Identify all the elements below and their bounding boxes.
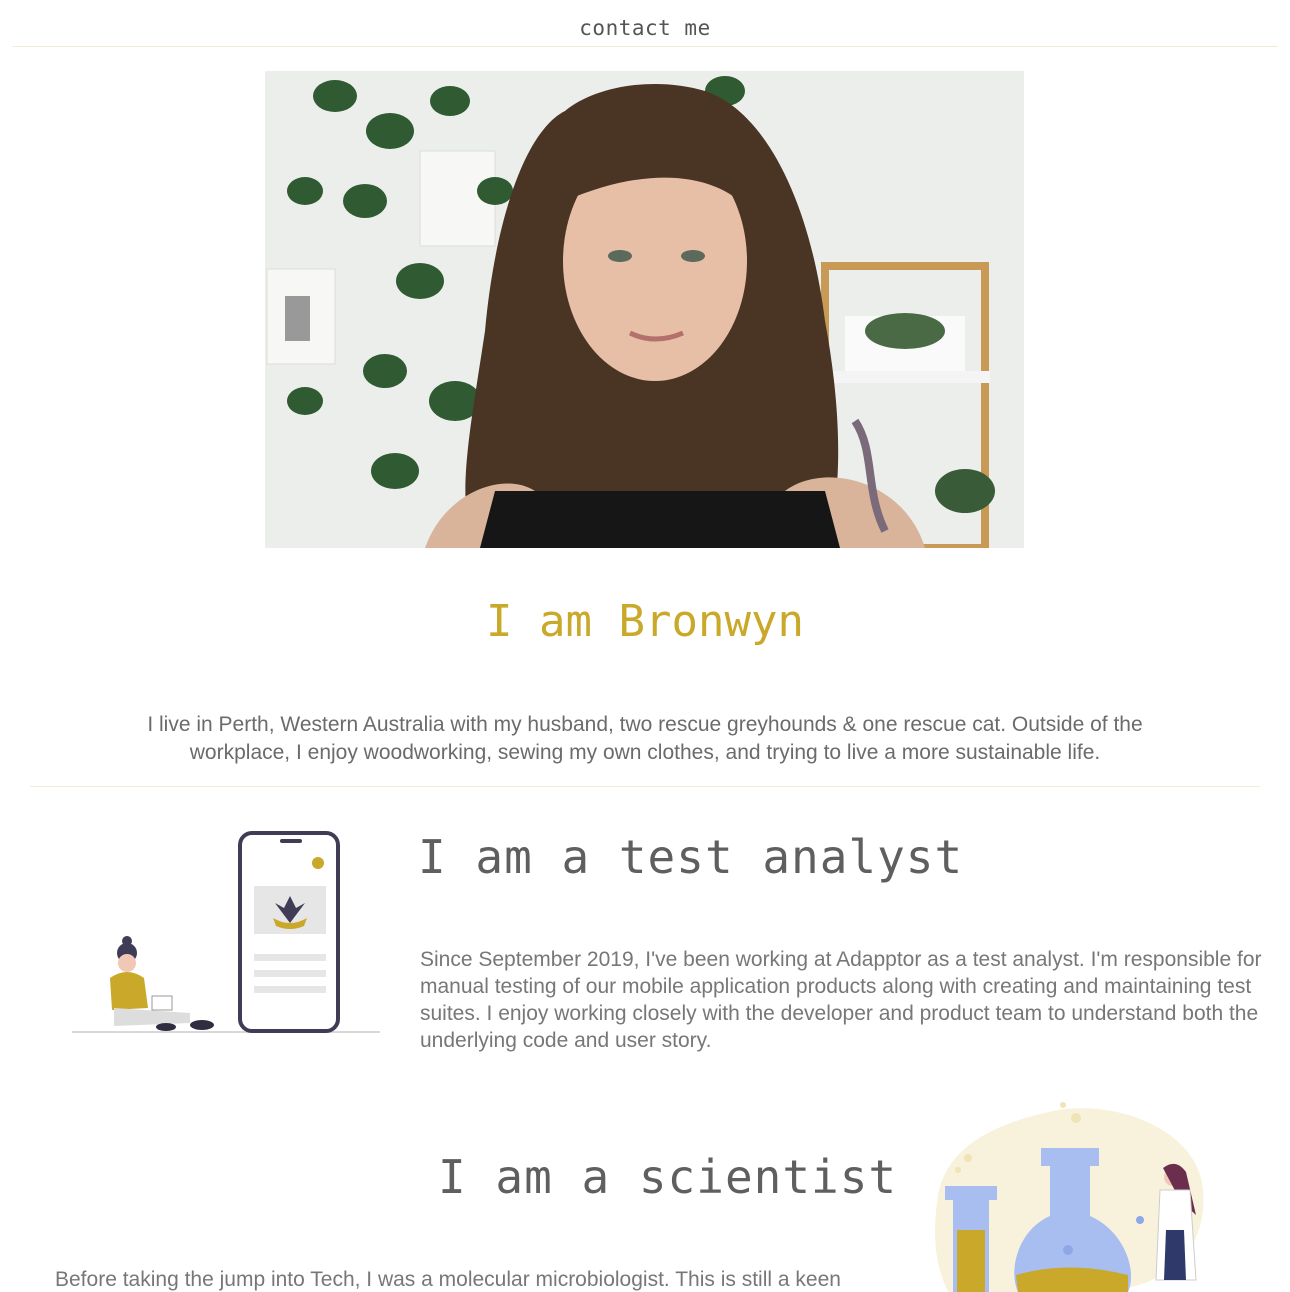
section-divider xyxy=(30,786,1260,787)
scientist-illustration xyxy=(928,1100,1208,1292)
phone-illustration xyxy=(70,828,382,1036)
intro-title: I am Bronwyn xyxy=(486,596,804,647)
page: contact me I am Bronwyn I live in Perth,… xyxy=(0,0,1290,1292)
test-analyst-text: Since September 2019, I've been working … xyxy=(420,948,1262,1052)
scientist-text: Before taking the jump into Tech, I was … xyxy=(55,1268,841,1291)
contact-me-link[interactable]: contact me xyxy=(579,16,710,40)
top-nav: contact me xyxy=(12,0,1278,47)
scientist-title: I am a scientist xyxy=(438,1150,898,1204)
test-analyst-title: I am a test analyst xyxy=(418,830,964,884)
intro-bio: I live in Perth, Western Australia with … xyxy=(147,713,1143,764)
profile-photo xyxy=(265,71,1024,548)
